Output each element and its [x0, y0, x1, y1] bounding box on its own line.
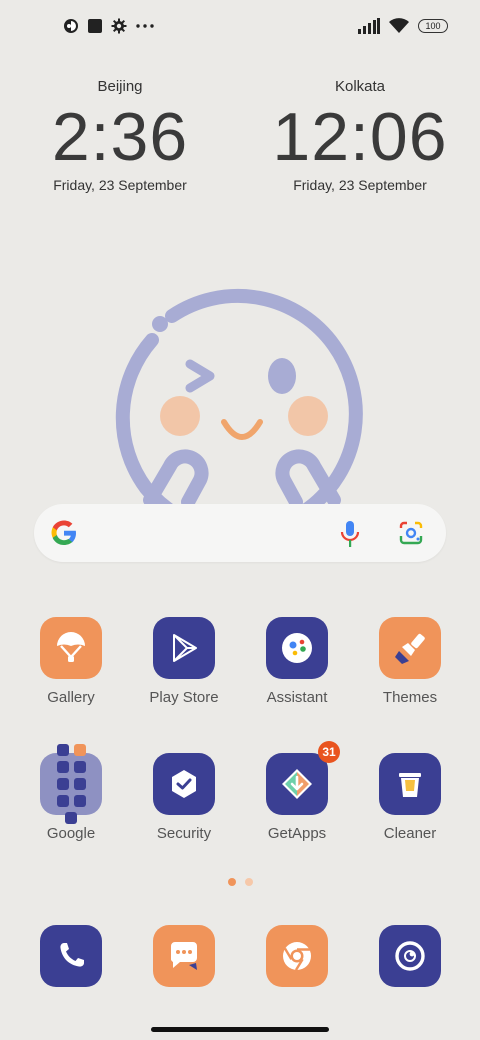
wifi-icon	[389, 18, 409, 33]
microphone-icon[interactable]	[340, 520, 360, 548]
clock-widget-beijing[interactable]: Beijing 2:36 Friday, 23 September	[20, 78, 220, 193]
data-saver-icon	[64, 19, 78, 33]
app-themes[interactable]: Themes	[360, 617, 460, 706]
messages-icon	[153, 925, 215, 987]
folder-app-icon	[56, 778, 69, 790]
google-g-icon[interactable]	[50, 519, 78, 547]
page-dot[interactable]	[245, 878, 253, 886]
assistant-icon	[266, 617, 328, 679]
clock-date: Friday, 23 September	[293, 177, 427, 193]
app-label: Gallery	[47, 689, 95, 706]
folder-app-icon	[56, 744, 69, 756]
page-indicator	[228, 878, 253, 886]
camera-icon	[379, 925, 441, 987]
settings-gear-icon	[111, 18, 127, 34]
dock-camera[interactable]	[360, 925, 460, 987]
folder-app-icon	[73, 778, 86, 790]
clock-city: Beijing	[97, 78, 143, 95]
play-store-icon	[153, 617, 215, 679]
app-label: Security	[156, 825, 212, 842]
mascot-wallpaper	[115, 288, 363, 510]
app-getapps[interactable]: 31 GetApps	[247, 741, 347, 842]
more-dots-icon	[136, 24, 154, 28]
dock-phone[interactable]	[21, 925, 121, 987]
page-dot-active[interactable]	[228, 878, 236, 886]
folder-app-icon	[56, 795, 69, 807]
app-label: Cleaner	[383, 825, 437, 842]
phone-icon	[40, 925, 102, 987]
app-gallery[interactable]: Gallery	[21, 617, 121, 706]
signal-icon	[358, 18, 380, 34]
clock-time: 12:06	[272, 99, 448, 175]
folder-icon	[40, 744, 102, 824]
battery-level: 100	[425, 21, 441, 31]
notification-badge: 31	[318, 741, 340, 763]
app-security[interactable]: Security	[134, 753, 234, 842]
clock-widget-kolkata[interactable]: Kolkata 12:06 Friday, 23 September	[260, 78, 460, 193]
app-play-store[interactable]: Play Store	[134, 617, 234, 706]
app-label: GetApps	[267, 825, 327, 842]
folder-app-icon	[73, 795, 86, 807]
folder-app-icon	[73, 744, 86, 756]
app-folder-google[interactable]: Google	[21, 744, 121, 842]
google-search-bar[interactable]	[34, 504, 446, 562]
dock-chrome[interactable]	[247, 925, 347, 987]
status-right-icons: 100	[358, 18, 448, 34]
app-label: Themes	[382, 689, 438, 706]
clock-time: 2:36	[51, 99, 189, 175]
app-label: Assistant	[266, 689, 328, 706]
gallery-icon	[40, 617, 102, 679]
paintbrush-icon	[379, 617, 441, 679]
status-left-icons	[63, 18, 155, 34]
app-cleaner[interactable]: Cleaner	[360, 753, 460, 842]
shield-check-icon	[153, 753, 215, 815]
folder-app-icon	[73, 761, 86, 773]
app-assistant[interactable]: Assistant	[247, 617, 347, 706]
app-label: Play Store	[149, 689, 219, 706]
status-bar: 100	[0, 0, 480, 56]
chrome-icon	[266, 925, 328, 987]
trash-bin-icon	[379, 753, 441, 815]
app-label: Google	[46, 825, 96, 842]
getapps-icon: 31	[266, 741, 340, 815]
lens-camera-icon[interactable]	[398, 521, 424, 545]
folder-app-icon	[56, 761, 69, 773]
clock-date: Friday, 23 September	[53, 177, 187, 193]
battery-indicator: 100	[418, 19, 448, 33]
folder-app-icon	[65, 812, 77, 824]
stop-icon	[88, 19, 102, 33]
home-gesture-bar[interactable]	[151, 1027, 329, 1032]
clock-city: Kolkata	[334, 78, 386, 95]
dock-messages[interactable]	[134, 925, 234, 987]
